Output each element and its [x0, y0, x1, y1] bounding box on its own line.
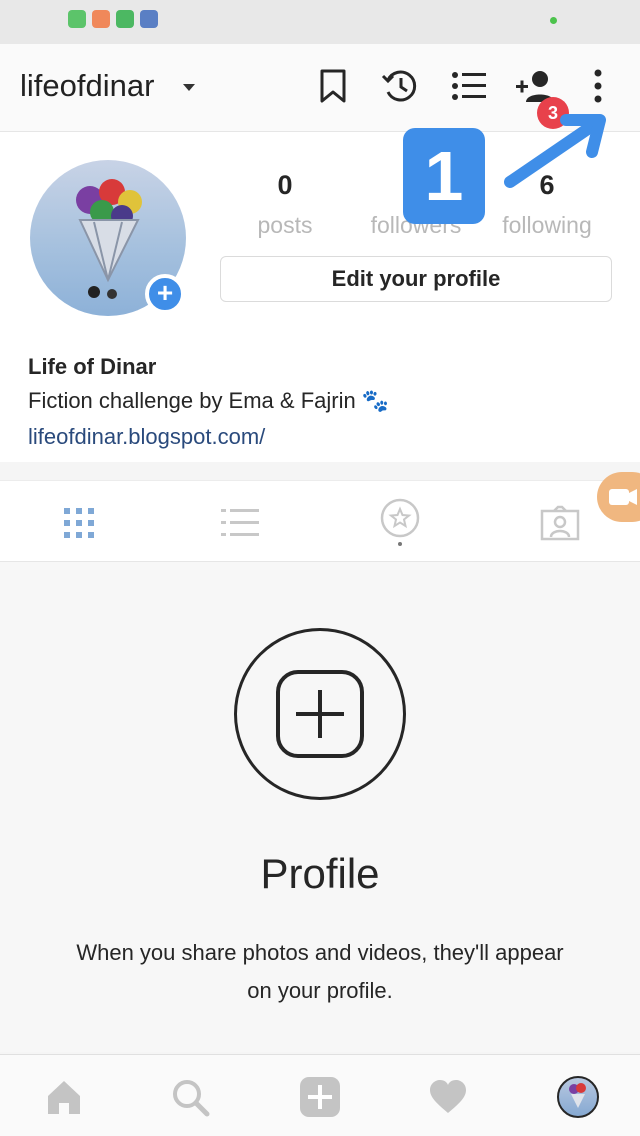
list-icon[interactable] — [447, 64, 491, 108]
grid-icon[interactable] — [57, 501, 101, 545]
empty-state-description: When you share photos and videos, they'l… — [76, 940, 564, 1003]
status-bar — [0, 0, 640, 44]
tutorial-step-badge: 1 — [403, 128, 485, 224]
app-icon — [116, 10, 134, 28]
username[interactable]: lifeofdinar — [20, 68, 154, 104]
stat-count: 0 — [277, 170, 293, 200]
notification-app-icons — [68, 10, 158, 28]
edit-profile-button[interactable]: Edit your profile — [220, 256, 612, 302]
profile-name: Life of Dinar — [28, 354, 157, 379]
profile-bio: Fiction challenge by Ema & Fajrin 🐾 — [28, 388, 390, 413]
stat-label: following — [502, 212, 592, 238]
add-post-icon[interactable] — [298, 1075, 342, 1119]
empty-state: Profile When you share photos and videos… — [0, 562, 640, 1052]
bookmark-icon[interactable] — [311, 64, 355, 108]
status-dot — [550, 17, 557, 24]
profile-tabs — [0, 480, 640, 562]
profile-link[interactable]: lifeofdinar.blogspot.com/ — [28, 424, 265, 450]
add-post-icon — [276, 670, 364, 758]
stat-posts: 0 posts — [220, 170, 350, 239]
list-view-icon[interactable] — [218, 501, 262, 545]
app-icon — [140, 10, 158, 28]
tutorial-arrow-icon — [504, 114, 606, 188]
home-icon[interactable] — [42, 1075, 86, 1119]
more-vertical-icon[interactable] — [576, 64, 620, 108]
floating-video-button[interactable] — [597, 472, 640, 522]
stat-label: posts — [257, 212, 313, 238]
add-story-icon[interactable]: + — [145, 274, 185, 314]
empty-state-title: Profile — [260, 850, 380, 897]
app-icon — [92, 10, 110, 28]
search-icon[interactable] — [168, 1075, 212, 1119]
bottom-nav — [0, 1054, 640, 1136]
history-icon[interactable] — [378, 64, 422, 108]
tagged-icon[interactable] — [378, 498, 422, 546]
avatar — [557, 1076, 599, 1118]
heart-icon[interactable] — [426, 1075, 470, 1119]
profile-avatar[interactable] — [556, 1075, 600, 1119]
photos-of-you-icon[interactable] — [538, 501, 582, 545]
empty-state-circle[interactable] — [234, 628, 406, 800]
chevron-down-icon[interactable] — [183, 84, 195, 91]
app-icon — [68, 10, 86, 28]
